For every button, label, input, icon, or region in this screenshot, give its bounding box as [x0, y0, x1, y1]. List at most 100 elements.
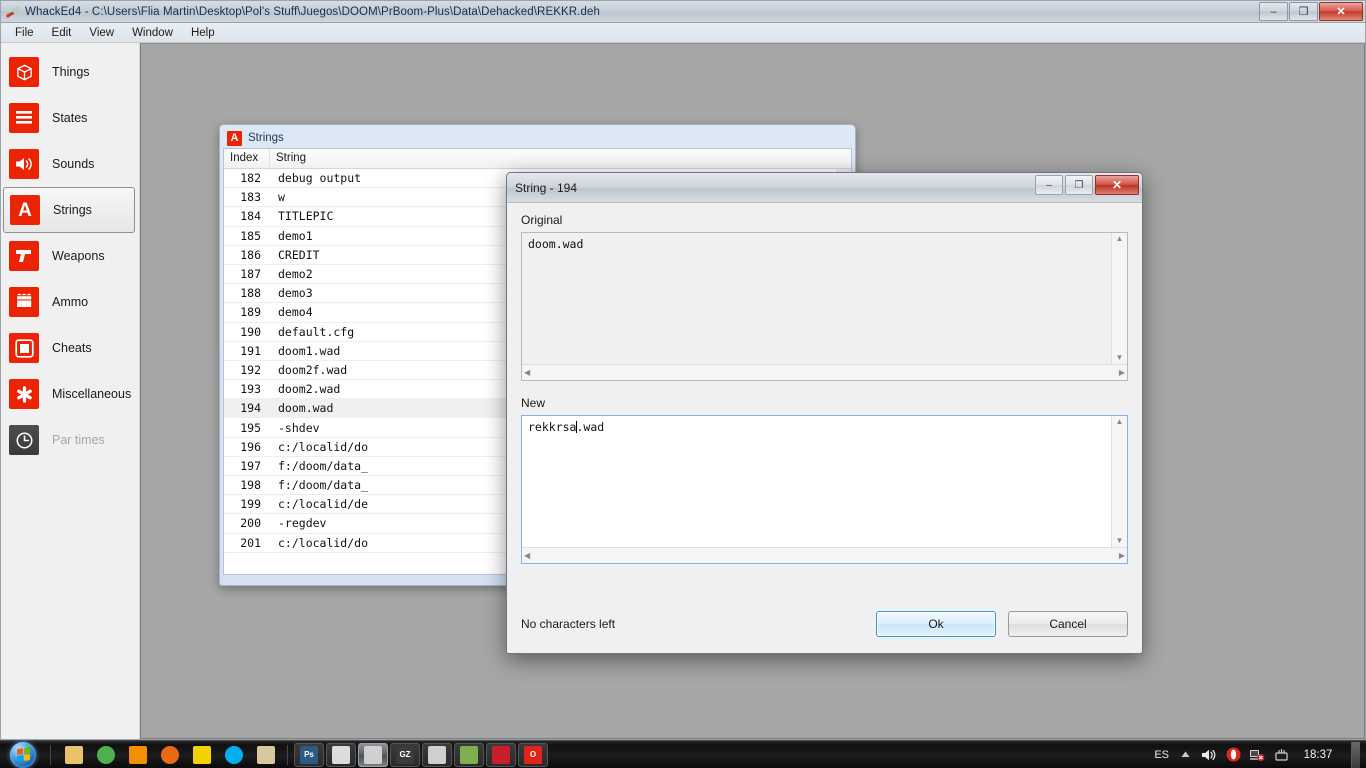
- pdf-icon: [492, 745, 510, 764]
- sidebar-item-miscellaneous[interactable]: Miscellaneous: [1, 371, 139, 417]
- taskbar-button-firefox[interactable]: [155, 743, 185, 767]
- menu-item-help[interactable]: Help: [183, 25, 223, 41]
- sidebar-item-sounds[interactable]: Sounds: [1, 141, 139, 187]
- taskbar-divider: [287, 744, 288, 765]
- taskbar-button-google-chrome[interactable]: [91, 743, 121, 767]
- bullets-icon: [9, 287, 39, 317]
- taskbar-button-doom-game[interactable]: [422, 742, 452, 767]
- minimize-button[interactable]: –: [1259, 2, 1288, 21]
- sidebar-item-par-times: Par times: [1, 417, 139, 463]
- dialog-title: String - 194: [515, 180, 578, 195]
- dialog-minimize-button[interactable]: –: [1035, 175, 1063, 195]
- taskbar-button-gzdoom-builder[interactable]: [326, 742, 356, 767]
- taskbar-button-media-player[interactable]: [123, 743, 153, 767]
- new-field-label: New: [521, 396, 546, 410]
- sidebar-label: Par times: [52, 433, 105, 447]
- main-window: WhackEd4 - C:\Users\Flia Martin\Desktop\…: [0, 0, 1366, 740]
- show-hidden-icons-icon[interactable]: [1177, 747, 1193, 763]
- close-button[interactable]: ✕: [1319, 2, 1363, 21]
- volume-icon[interactable]: [1201, 747, 1217, 763]
- main-window-title: WhackEd4 - C:\Users\Flia Martin\Desktop\…: [25, 5, 600, 18]
- taskbar-button-photoshop[interactable]: Ps: [294, 742, 324, 767]
- taskbar-button-skype[interactable]: [219, 743, 249, 767]
- new-text-value[interactable]: rekkrsa.wad: [522, 416, 1111, 547]
- taskbar-button-adobe-reader[interactable]: [486, 742, 516, 767]
- dialog-maximize-button[interactable]: ❐: [1065, 175, 1093, 195]
- taskbar-button-windows-explorer[interactable]: [59, 743, 89, 767]
- taskbar: Ps GZ O ES 18:37: [0, 740, 1366, 768]
- taskbar-buttons: Ps GZ O: [55, 742, 548, 767]
- scroll-down-icon[interactable]: ▼: [1116, 537, 1124, 545]
- language-indicator[interactable]: ES: [1154, 749, 1169, 761]
- opera-icon: O: [524, 745, 542, 764]
- menu-item-edit[interactable]: Edit: [44, 25, 80, 41]
- sidebar-label: Miscellaneous: [52, 387, 132, 401]
- new-horizontal-scrollbar[interactable]: ◀ ▶: [522, 547, 1127, 563]
- sidebar-item-weapons[interactable]: Weapons: [1, 233, 139, 279]
- cell-index: 200: [240, 516, 261, 531]
- new-text-after-caret: .wad: [576, 420, 605, 434]
- cell-index: 194: [240, 401, 261, 416]
- original-horizontal-scrollbar[interactable]: ◀ ▶: [522, 364, 1127, 380]
- slade-icon: [193, 745, 211, 764]
- menu-item-view[interactable]: View: [81, 25, 122, 41]
- column-header-index[interactable]: Index: [224, 149, 270, 168]
- ok-button[interactable]: Ok: [876, 611, 996, 637]
- cell-index: 196: [240, 439, 261, 454]
- sidebar-item-states[interactable]: States: [1, 95, 139, 141]
- cell-index: 191: [240, 343, 261, 358]
- action-center-icon[interactable]: [1273, 747, 1289, 763]
- network-error-icon[interactable]: [1249, 747, 1265, 763]
- original-vertical-scrollbar[interactable]: ▲ ▼: [1111, 233, 1127, 364]
- cell-index: 197: [240, 458, 261, 473]
- cell-index: 201: [240, 535, 261, 550]
- opera-tray-icon[interactable]: [1225, 747, 1241, 763]
- show-desktop-button[interactable]: [1351, 741, 1360, 768]
- strings-window-title: Strings: [248, 132, 284, 144]
- cancel-button[interactable]: Cancel: [1008, 611, 1128, 637]
- dialog-close-button[interactable]: ✕: [1095, 175, 1139, 195]
- taskbar-button-opera[interactable]: O: [518, 742, 548, 767]
- speaker-icon: [9, 149, 39, 179]
- clock[interactable]: 18:37: [1297, 749, 1339, 761]
- cell-index: 199: [240, 497, 261, 512]
- asterisk-icon: [9, 379, 39, 409]
- dialog-window-controls: – ❐ ✕: [1035, 175, 1139, 195]
- scroll-right-icon[interactable]: ▶: [1119, 551, 1125, 560]
- ps-icon: Ps: [300, 745, 318, 764]
- scroll-right-icon[interactable]: ▶: [1119, 368, 1125, 377]
- menu-item-window[interactable]: Window: [124, 25, 181, 41]
- scroll-left-icon[interactable]: ◀: [524, 551, 530, 560]
- chrome-icon: [97, 745, 115, 764]
- new-text-before-caret: rekkrsa: [528, 420, 577, 434]
- menu-item-file[interactable]: File: [7, 25, 42, 41]
- sidebar-item-strings[interactable]: A Strings: [3, 187, 135, 233]
- taskbar-button-slade[interactable]: [187, 743, 217, 767]
- main-window-controls: – ❐ ✕: [1259, 2, 1363, 21]
- new-textbox[interactable]: rekkrsa.wad ▲ ▼ ◀ ▶: [521, 415, 1128, 564]
- taskbar-button-gzdoom[interactable]: GZ: [390, 742, 420, 767]
- scroll-down-icon[interactable]: ▼: [1116, 354, 1124, 362]
- builder-icon: [332, 745, 350, 764]
- sidebar-item-things[interactable]: Things: [1, 49, 139, 95]
- cell-index: 193: [240, 382, 261, 397]
- taskbar-button-paint-tool[interactable]: [251, 743, 281, 767]
- strings-window-titlebar[interactable]: A Strings: [223, 128, 852, 148]
- gz-icon: GZ: [396, 745, 414, 764]
- play-icon: [129, 745, 147, 764]
- taskbar-button-image-viewer[interactable]: [454, 742, 484, 767]
- scroll-up-icon[interactable]: ▲: [1116, 418, 1124, 426]
- column-header-string[interactable]: String: [270, 149, 851, 168]
- maximize-button[interactable]: ❐: [1289, 2, 1318, 21]
- taskbar-button-whacked4[interactable]: [358, 742, 388, 767]
- sidebar-item-ammo[interactable]: Ammo: [1, 279, 139, 325]
- new-vertical-scrollbar[interactable]: ▲ ▼: [1111, 416, 1127, 547]
- start-button[interactable]: [0, 741, 46, 768]
- main-titlebar[interactable]: WhackEd4 - C:\Users\Flia Martin\Desktop\…: [1, 1, 1365, 23]
- scroll-left-icon[interactable]: ◀: [524, 368, 530, 377]
- dialog-titlebar[interactable]: String - 194 – ❐ ✕: [507, 173, 1142, 203]
- scroll-up-icon[interactable]: ▲: [1116, 235, 1124, 243]
- skull-icon: [428, 745, 446, 764]
- palette-icon: [257, 745, 275, 764]
- sidebar-item-cheats[interactable]: Cheats: [1, 325, 139, 371]
